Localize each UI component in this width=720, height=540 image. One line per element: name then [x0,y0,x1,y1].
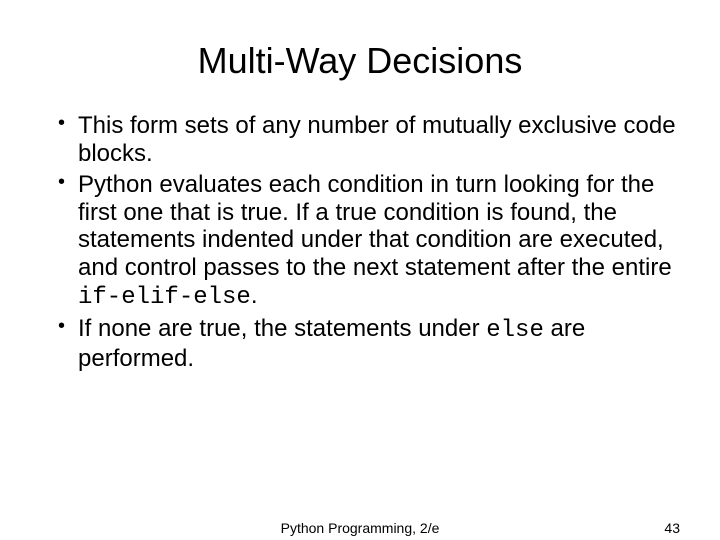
bullet-text: This form sets of any number of mutually… [78,112,676,167]
bullet-item: If none are true, the statements under e… [58,315,680,372]
bullet-item: This form sets of any number of mutually… [58,112,680,167]
footer-source: Python Programming, 2/e [281,520,440,536]
bullet-text: . [251,282,258,309]
bullet-item: Python evaluates each condition in turn … [58,171,680,311]
page-number: 43 [664,520,680,536]
code-text: if-elif-else [78,284,251,311]
slide: Multi-Way Decisions This form sets of an… [0,0,720,540]
code-text: else [486,317,544,344]
bullet-text: If none are true, the statements under [78,315,486,342]
bullet-text: Python evaluates each condition in turn … [78,171,672,281]
slide-title: Multi-Way Decisions [40,40,680,82]
bullet-list: This form sets of any number of mutually… [40,112,680,372]
